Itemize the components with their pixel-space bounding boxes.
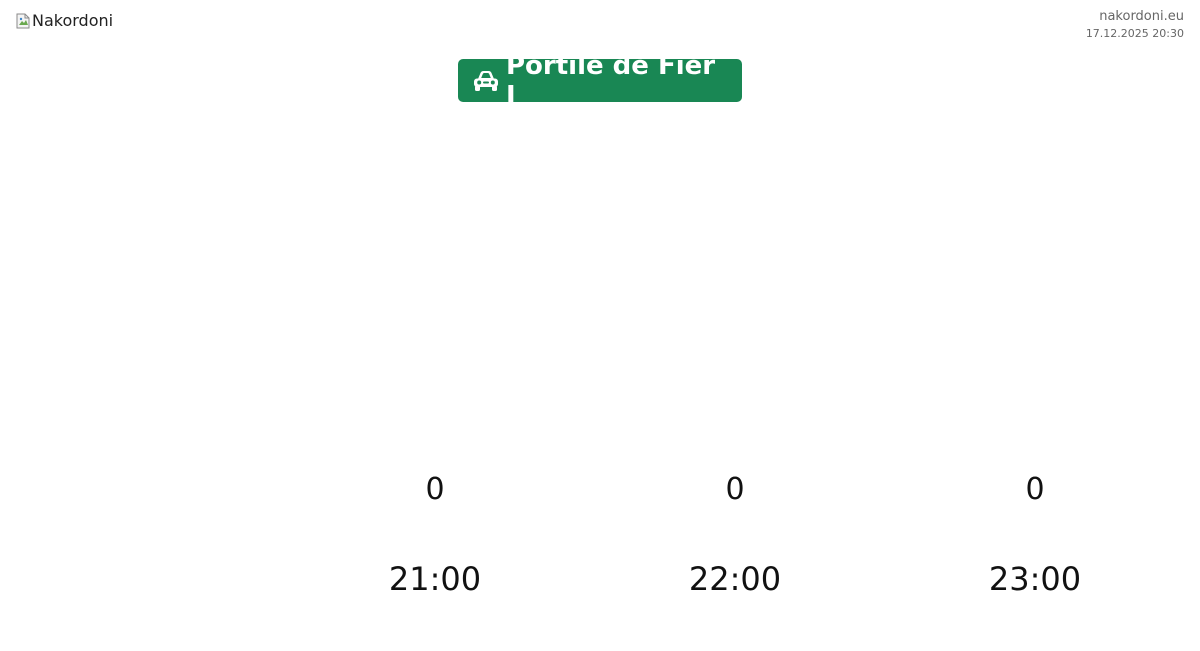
site-info: nakordoni.eu 17.12.2025 20:30 (1086, 9, 1184, 42)
site-domain: nakordoni.eu (1099, 9, 1184, 24)
logo-alt-text: Nakordoni (32, 11, 114, 30)
data-label: 0 (425, 472, 444, 507)
logo[interactable]: Nakordoni (16, 11, 113, 30)
data-label: 0 (1025, 472, 1044, 507)
x-tick-label: 21:00 (389, 560, 481, 598)
checkpoint-title: Portile de Fier I (506, 50, 716, 111)
checkpoint-title-badge: Portile de Fier I (458, 51, 742, 111)
broken-image-icon (16, 13, 30, 29)
data-label: 0 (725, 472, 744, 507)
timestamp: 17.12.2025 20:30 (1085, 27, 1184, 40)
x-tick-label: 23:00 (989, 560, 1081, 598)
car-icon (472, 69, 500, 93)
page: 0 21:00 0 22:00 0 23:00 Nakordoni nakordoni.e… (0, 0, 1200, 651)
x-tick-label: 22:00 (689, 560, 781, 598)
